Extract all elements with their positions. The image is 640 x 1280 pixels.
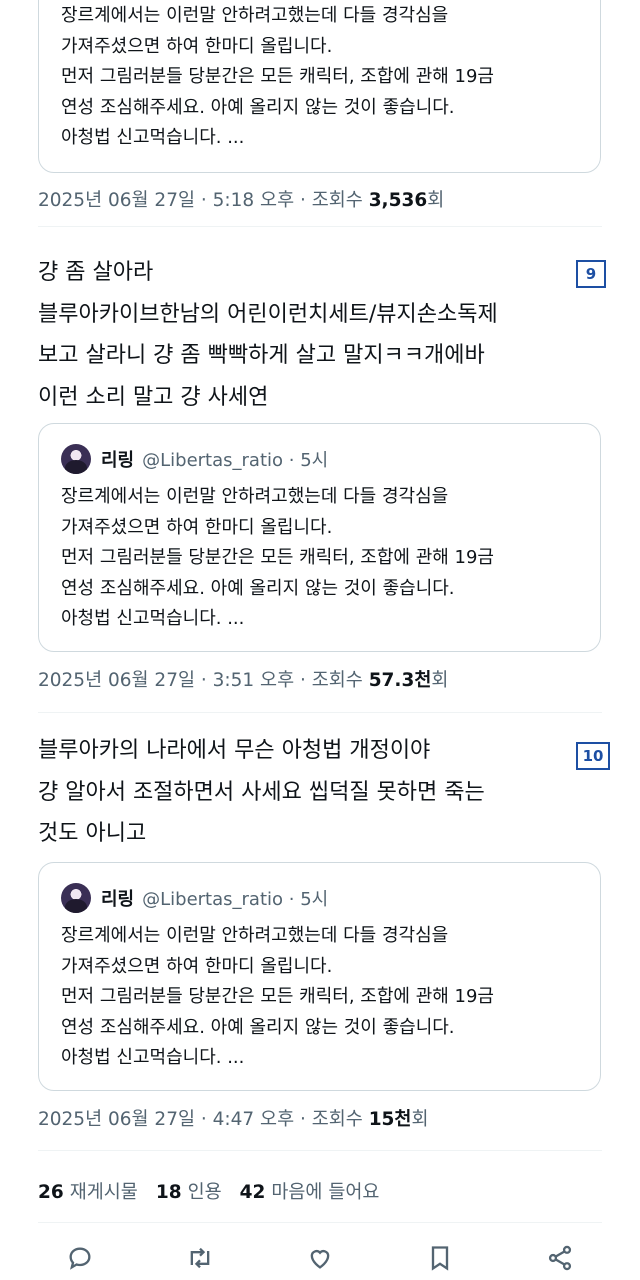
tweet-text: 블루아카의 나라에서 무슨 아청법 개정이야 걍 알아서 조절하면서 사세요 씹… [38, 738, 485, 846]
quote-stat[interactable]: 18 인용 [156, 1178, 222, 1204]
tweet-date: 2025년 06월 27일 · 5:18 오후 · 조회수 [38, 190, 363, 211]
view-count: 3,536 [368, 190, 428, 211]
repost-button[interactable] [182, 1240, 218, 1276]
bookmark-icon [431, 1246, 449, 1271]
quoted-tweet-text: 장르계에서는 이런말 안하려고했는데 다들 경각심을 가져주셨으면 하여 한마디… [61, 925, 494, 1068]
quoted-author-name: 리링 [101, 450, 135, 471]
quoted-tweet-card[interactable]: 리링 @Libertas_ratio · 5시 장르계에서는 이런말 안하려고했… [38, 423, 601, 652]
view-unit: 회 [427, 190, 445, 211]
share-button[interactable] [542, 1240, 578, 1276]
avatar [61, 883, 91, 913]
divider [38, 712, 602, 713]
bookmark-button[interactable] [422, 1240, 458, 1276]
tweet-meta: 2025년 06월 27일 · 4:47 오후 · 조회수 15천회 [38, 1105, 428, 1131]
like-icon [310, 1250, 330, 1269]
quoted-tweet-text: 장르계에서는 이런말 안하려고했는데 다들 경각심을 가져주셨으면 하여 한마디… [61, 5, 494, 148]
quoted-author-name: 리링 [101, 889, 135, 910]
tweet-text: 걍 좀 살아라 블루아카이브한남의 어린이런치세트/뷰지손소독제 보고 살라니 … [38, 260, 498, 410]
like-label: 마음에 들어요 [271, 1182, 380, 1203]
view-unit: 회 [411, 1109, 429, 1130]
repost-label: 재게시물 [69, 1182, 138, 1203]
view-count: 57.3천 [368, 670, 432, 691]
quoted-author-handle: @Libertas_ratio · 5시 [142, 450, 329, 471]
quoted-tweet-header: 리링 @Libertas_ratio · 5시 [61, 442, 328, 476]
quote-label: 인용 [187, 1182, 222, 1203]
tweet-meta: 2025년 06월 27일 · 3:51 오후 · 조회수 57.3천회 [38, 666, 448, 692]
repost-icon [190, 1247, 210, 1269]
number-badge: 9 [576, 260, 606, 288]
share-icon [548, 1245, 572, 1271]
number-badge: 10 [576, 742, 610, 770]
quoted-tweet-header: 리링 @Libertas_ratio · 5시 [61, 881, 328, 915]
like-count: 42 [239, 1182, 266, 1203]
quoted-author-handle: @Libertas_ratio · 5시 [142, 889, 329, 910]
like-stat[interactable]: 42 마음에 들어요 [240, 1178, 380, 1204]
repost-stat[interactable]: 26 재게시물 [38, 1178, 138, 1204]
quote-count: 18 [155, 1182, 182, 1203]
tweet-action-bar [0, 1240, 640, 1280]
quoted-tweet-card[interactable]: 리링 @Libertas_ratio · 5시 장르계에서는 이런말 안하려고했… [38, 862, 601, 1091]
divider [38, 1150, 602, 1151]
reply-icon [69, 1247, 91, 1270]
engagement-stats: 26 재게시물 18 인용 42 마음에 들어요 [38, 1178, 379, 1204]
tweet-date: 2025년 06월 27일 · 3:51 오후 · 조회수 [38, 670, 363, 691]
divider [38, 226, 602, 227]
view-unit: 회 [431, 670, 449, 691]
quoted-tweet-card[interactable]: 장르계에서는 이런말 안하려고했는데 다들 경각심을 가져주셨으면 하여 한마디… [38, 0, 601, 173]
view-count: 15천 [368, 1109, 412, 1130]
divider [38, 1222, 602, 1223]
quoted-tweet-text: 장르계에서는 이런말 안하려고했는데 다들 경각심을 가져주셨으면 하여 한마디… [61, 486, 494, 629]
reply-button[interactable] [62, 1240, 98, 1276]
like-button[interactable] [302, 1240, 338, 1276]
tweet-date: 2025년 06월 27일 · 4:47 오후 · 조회수 [38, 1109, 363, 1130]
repost-count: 26 [38, 1182, 64, 1203]
tweet-meta: 2025년 06월 27일 · 5:18 오후 · 조회수 3,536회 [38, 186, 444, 212]
avatar [61, 444, 91, 474]
